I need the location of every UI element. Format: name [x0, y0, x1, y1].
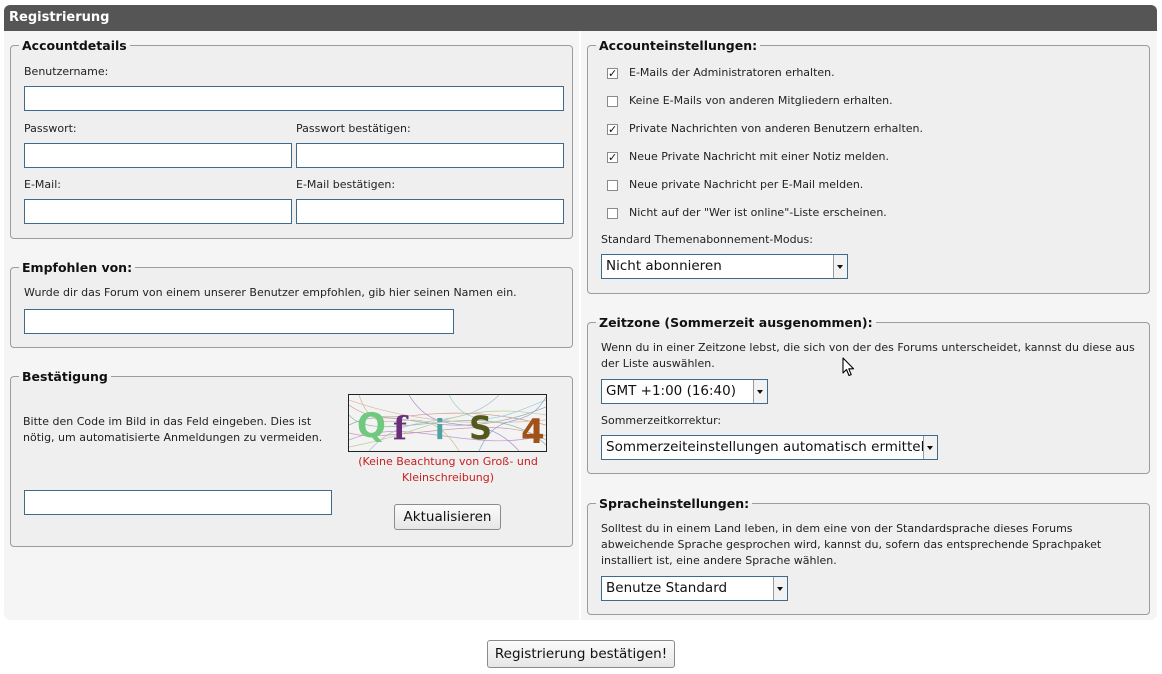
- language-value: Benutze Standard: [606, 580, 728, 596]
- captcha-char: i: [435, 413, 445, 446]
- email-input[interactable]: [24, 199, 292, 224]
- captcha-char: Q: [357, 406, 386, 446]
- account-settings-fieldset: Accounteinstellungen: ✓ E-Mails der Admin…: [587, 38, 1150, 294]
- captcha-char: f: [393, 409, 409, 447]
- account-settings-legend: Accounteinstellungen:: [596, 38, 761, 53]
- confirmation-legend: Bestätigung: [19, 369, 111, 384]
- dst-correction-value: Sommerzeiteinstellungen automatisch ermi…: [606, 439, 933, 455]
- confirmation-fieldset: Bestätigung Bitte den Code im Bild in da…: [10, 369, 573, 547]
- setting-checkbox[interactable]: [607, 208, 618, 219]
- captcha-code-input[interactable]: [24, 490, 332, 515]
- refresh-captcha-button[interactable]: Aktualisieren: [394, 504, 501, 530]
- recommended-legend: Empfohlen von:: [19, 260, 136, 275]
- setting-checkbox[interactable]: [607, 96, 618, 107]
- email-confirm-label: E-Mail bestätigen:: [296, 178, 396, 191]
- account-details-fieldset: Accountdetails Benutzername: Passwort: P…: [10, 38, 573, 239]
- password-label: Passwort:: [24, 122, 77, 135]
- subscription-mode-select[interactable]: Nicht abonnieren: [601, 254, 848, 279]
- timezone-fieldset: Zeitzone (Sommerzeit ausgenommen): Wenn …: [587, 315, 1150, 474]
- setting-checkbox-label: Keine E-Mails von anderen Mitgliedern er…: [629, 94, 893, 107]
- chevron-down-icon: [773, 577, 787, 600]
- timezone-legend: Zeitzone (Sommerzeit ausgenommen):: [596, 315, 876, 330]
- setting-checkbox[interactable]: ✓: [607, 124, 618, 135]
- chevron-down-icon: [753, 380, 767, 403]
- captcha-case-note: (Keine Beachtung von Groß- und Kleinschr…: [358, 455, 538, 484]
- setting-checkbox[interactable]: [607, 180, 618, 191]
- captcha-description: Bitte den Code im Bild in das Feld einge…: [23, 415, 323, 444]
- subscription-mode-label: Standard Themenabonnement-Modus:: [601, 233, 813, 246]
- captcha-char: 4: [521, 412, 545, 451]
- chevron-down-icon: [833, 255, 847, 278]
- setting-checkbox-label: Nicht auf der "Wer ist online"-Liste ers…: [629, 206, 887, 219]
- timezone-description: Wenn du in einer Zeitzone lebst, die sic…: [601, 341, 1135, 370]
- username-input[interactable]: [24, 86, 564, 111]
- recommended-by-input[interactable]: [24, 309, 454, 334]
- timezone-value: GMT +1:00 (16:40): [606, 383, 737, 399]
- language-fieldset: Spracheinstellungen: Solltest du in eine…: [587, 496, 1150, 615]
- captcha-noise: Q f i S 4: [349, 395, 546, 451]
- email-confirm-input[interactable]: [296, 199, 564, 224]
- timezone-select[interactable]: GMT +1:00 (16:40): [601, 379, 768, 404]
- page-title: Registrierung: [4, 5, 1157, 31]
- language-select[interactable]: Benutze Standard: [601, 576, 788, 601]
- setting-checkbox-label: Neue private Nachricht per E-Mail melden…: [629, 178, 864, 191]
- setting-checkbox-label: Private Nachrichten von anderen Benutzer…: [629, 122, 923, 135]
- setting-checkbox[interactable]: ✓: [607, 68, 618, 79]
- password-confirm-input[interactable]: [296, 143, 564, 168]
- subscription-mode-value: Nicht abonnieren: [606, 258, 722, 274]
- setting-checkbox-label: Neue Private Nachricht mit einer Notiz m…: [629, 150, 889, 163]
- language-description: Solltest du in einem Land leben, in dem …: [601, 522, 1102, 567]
- submit-registration-button[interactable]: Registrierung bestätigen!: [487, 640, 675, 668]
- setting-checkbox[interactable]: ✓: [607, 152, 618, 163]
- recommended-description: Wurde dir das Forum von einem unserer Be…: [24, 286, 517, 299]
- password-input[interactable]: [24, 143, 292, 168]
- account-details-legend: Accountdetails: [19, 38, 130, 53]
- captcha-image: Q f i S 4: [348, 394, 547, 452]
- email-label: E-Mail:: [24, 178, 61, 191]
- chevron-down-icon: [923, 436, 937, 459]
- password-confirm-label: Passwort bestätigen:: [296, 122, 411, 135]
- captcha-char: S: [469, 409, 492, 447]
- mouse-cursor-icon: [842, 357, 855, 377]
- dst-correction-label: Sommerzeitkorrektur:: [601, 414, 722, 427]
- language-legend: Spracheinstellungen:: [596, 496, 753, 511]
- recommended-fieldset: Empfohlen von: Wurde dir das Forum von e…: [10, 260, 573, 348]
- username-label: Benutzername:: [24, 65, 109, 78]
- setting-checkbox-label: E-Mails der Administratoren erhalten.: [629, 66, 835, 79]
- dst-correction-select[interactable]: Sommerzeiteinstellungen automatisch ermi…: [601, 435, 938, 460]
